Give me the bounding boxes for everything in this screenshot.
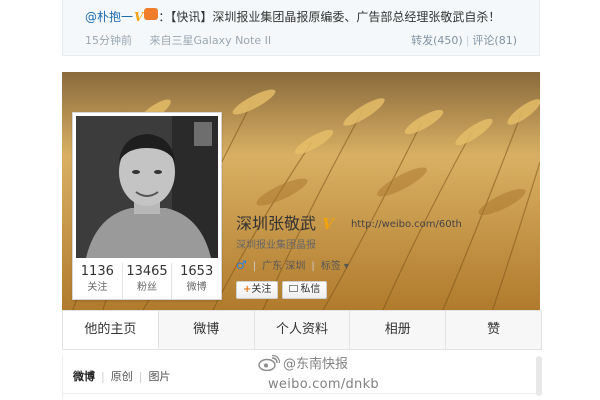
divider — [63, 393, 543, 394]
divider: | — [138, 370, 143, 383]
tab-home[interactable]: 他的主页 — [63, 311, 159, 349]
watermark-url: weibo.com/dnkb — [268, 377, 379, 392]
divider: | — [465, 34, 470, 47]
profile-name: 深圳张敬武 — [236, 214, 317, 233]
profile-stats: 1136 关注 13465 粉丝 1653 微博 — [73, 263, 221, 299]
watermark-handle-row: @东南快报 — [258, 353, 379, 375]
tags-label: 标签 — [320, 261, 341, 272]
repost-text-line: @朴抱一V ：【快讯】深圳报业集团晶报原编委、广告部总经理张敬武自杀！ — [85, 8, 500, 25]
level-badge-icon — [144, 8, 159, 20]
stat-label: 粉丝 — [137, 282, 157, 293]
chevron-down-icon: ▾ — [343, 261, 349, 272]
tags-dropdown[interactable]: 标签 ▾ — [321, 261, 349, 272]
weibo-logo-icon — [258, 354, 281, 375]
repost-actions: 转发(450) | 评论(81) — [411, 32, 517, 48]
message-button[interactable]: 私信 — [282, 281, 328, 299]
filter-all-posts[interactable]: 微博 — [73, 370, 95, 383]
male-icon: ♂ — [236, 258, 247, 272]
profile-location: 广东 深圳 — [262, 261, 306, 272]
repost-content: ：【快讯】深圳报业集团晶报原编委、广告部总经理张敬武自杀！ — [158, 10, 501, 24]
filter-pictures[interactable]: 图片 — [148, 370, 170, 383]
stat-followers[interactable]: 13465 粉丝 — [123, 263, 173, 299]
repost-card: @朴抱一V ：【快讯】深圳报业集团晶报原编委、广告部总经理张敬武自杀！ 15分钟前… — [62, 0, 540, 56]
message-label: 私信 — [300, 284, 321, 295]
feed-filter-row: 微博 | 原创 | 图片 — [73, 368, 170, 384]
repost-forward-link[interactable]: 转发(450) — [411, 34, 463, 47]
tab-album[interactable]: 相册 — [350, 311, 447, 349]
avatar-photo — [76, 116, 218, 258]
stat-label: 关注 — [87, 282, 108, 293]
stat-value: 13465 — [126, 264, 168, 279]
profile-action-buttons: +关注 私信 — [236, 281, 328, 299]
avatar[interactable] — [76, 116, 218, 258]
verified-icon: V — [322, 215, 334, 233]
tab-weibo[interactable]: 微博 — [159, 311, 255, 349]
verified-icon: V — [134, 10, 144, 24]
watermark-handle: @东南快报 — [283, 357, 349, 372]
scrollbar[interactable] — [536, 356, 542, 396]
profile-organization: 深圳报业集团晶报 — [236, 240, 316, 251]
repost-source: 来自三星Galaxy Note II — [149, 34, 272, 47]
envelope-icon — [289, 285, 299, 292]
profile-info-row: ♂ | 广东 深圳 | 标签 ▾ — [236, 257, 349, 272]
profile-tabs: 他的主页 微博 个人资料 相册 赞 — [62, 310, 542, 350]
tab-profile[interactable]: 个人资料 — [255, 311, 351, 349]
stat-label: 微博 — [186, 282, 207, 293]
stat-value: 1136 — [80, 264, 114, 279]
divider: | — [252, 261, 257, 272]
tab-likes[interactable]: 赞 — [446, 311, 541, 349]
repost-user-link[interactable]: @朴抱一 — [85, 10, 133, 24]
watermark: @东南快报 weibo.com/dnkb — [258, 353, 379, 392]
profile-name-row: 深圳张敬武 V http://weibo.com/60th — [236, 210, 462, 234]
repost-meta: 15分钟前 来自三星Galaxy Note II — [85, 32, 285, 48]
divider: | — [101, 370, 105, 383]
stat-value: 1653 — [180, 264, 214, 279]
stat-following[interactable]: 1136 关注 — [73, 263, 123, 299]
filter-original[interactable]: 原创 — [111, 370, 133, 383]
repost-time[interactable]: 15分钟前 — [85, 34, 132, 47]
repost-comment-link[interactable]: 评论(81) — [472, 34, 517, 47]
profile-avatar-card: 1136 关注 13465 粉丝 1653 微博 — [72, 112, 222, 300]
profile-url-link[interactable]: http://weibo.com/60th — [351, 219, 462, 230]
divider: | — [311, 261, 315, 272]
stat-posts[interactable]: 1653 微博 — [172, 263, 221, 299]
follow-label: 关注 — [251, 284, 272, 295]
follow-button[interactable]: +关注 — [236, 281, 279, 299]
